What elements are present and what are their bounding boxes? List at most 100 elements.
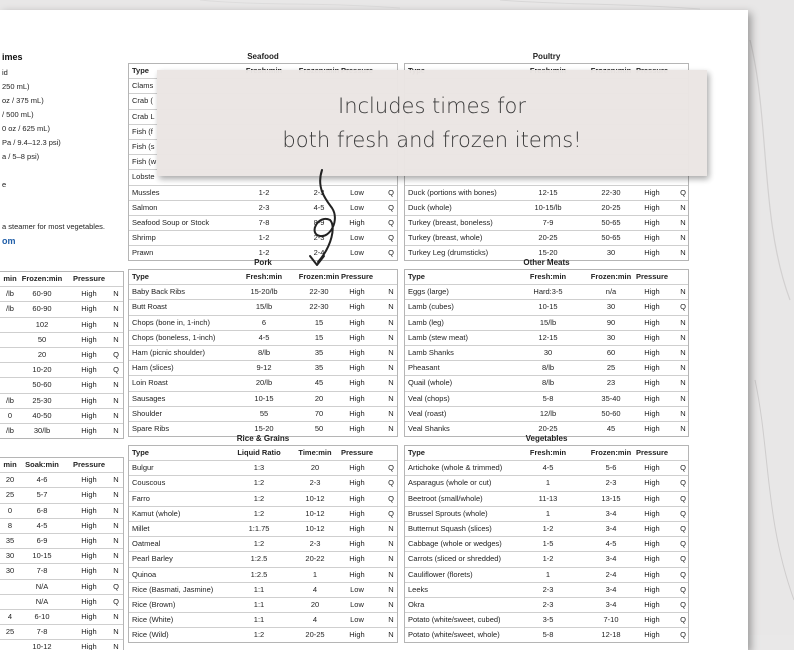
table-row: Rice (Basmati, Jasmine) 1:1 4 Low N [129, 583, 397, 598]
table-cell: 0 [7, 410, 13, 420]
table-cell: Veal Shanks [408, 423, 450, 433]
table-row: Duck (whole) 10-15/lb 20-25 High N [405, 201, 688, 216]
table-cell: Clams [132, 81, 154, 91]
table-header-row: Type Liquid Ratio Time:min Pressure [129, 446, 397, 462]
table-cell: High [81, 319, 97, 329]
table-cell: High [644, 523, 660, 533]
table-cell: High [644, 584, 660, 594]
table-cell: High [81, 289, 97, 299]
other-meats-table: Type Fresh:min Frozen:min Pressure Eggs (lar… [404, 269, 689, 438]
table-row: 20 High Q [0, 348, 123, 364]
table-row: Cauliflower (florets) 1 2-4 High Q [405, 568, 688, 583]
table-row: Leeks 2-3 3-4 High Q [405, 583, 688, 598]
table-cell: Beetroot (small/whole) [408, 493, 483, 503]
table-cell: High [644, 423, 660, 433]
table-cell: 20-22 [305, 554, 325, 564]
table-cell: 22-30 [309, 287, 329, 297]
table-row: Pheasant 8/lb 25 High N [405, 361, 688, 377]
table-cell: High [644, 478, 660, 488]
table-row: 50-60 High N [0, 378, 123, 394]
table-cell: High [81, 551, 97, 561]
table-row: 0 6-8 High N [0, 504, 123, 519]
table-cell: Ham (picnic shoulder) [132, 347, 205, 357]
table-cell: 30 [606, 302, 616, 312]
table-cell: 3-4 [605, 523, 617, 533]
column-header: Type [408, 448, 425, 457]
pork-table: Type Fresh:min Frozen:min Pressure Baby Back… [128, 269, 398, 438]
table-cell: N [388, 599, 394, 609]
table-row: Ham (slices) 9-12 35 High N [129, 361, 397, 377]
table-cell: 20-25 [538, 423, 558, 433]
table-cell: Q [680, 523, 686, 533]
column-header: Frozen:min [590, 272, 632, 281]
table-cell: N [388, 393, 394, 403]
table-cell: High [81, 380, 97, 390]
table-cell: Spare Ribs [132, 423, 170, 433]
table-cell: 50-60 [601, 408, 621, 418]
table-cell: 2-3 [309, 539, 321, 549]
table-cell: Ham (slices) [132, 363, 174, 373]
table-cell: Shoulder [132, 408, 163, 418]
table-row: 30 10-15 High N [0, 549, 123, 565]
table-cell: 7-8 [258, 217, 270, 227]
table-cell: /lb [6, 395, 14, 405]
beans-table-partial: min Soak:min Pressure 20 4-6 High N 25 5-7 High N 0… [0, 457, 124, 650]
table-row: Veal (chops) 5-8 35-40 High N [405, 392, 688, 407]
table-cell: Farro [132, 493, 150, 503]
table-cell: 5-8 [542, 393, 554, 403]
table-cell: Fish (f [132, 126, 153, 136]
table-cell: 6-9 [36, 535, 48, 545]
table-cell: Butternut Squash (slices) [408, 523, 492, 533]
table-cell: Chops (bone in, 1-inch) [132, 317, 210, 327]
table-row: Beetroot (small/whole) 11-13 13-15 High Q [405, 492, 688, 507]
section-title: Seafood [247, 52, 279, 61]
table-cell: 45 [606, 423, 616, 433]
table-cell: High [644, 408, 660, 418]
table-cell: Q [680, 463, 686, 473]
callout-banner: Includes times for both fresh and frozen… [157, 70, 707, 176]
table-cell: 45 [314, 378, 324, 388]
table-cell: Q [388, 202, 394, 212]
column-header: Type [132, 272, 149, 281]
table-cell: 13-15 [601, 493, 621, 503]
table-cell: Veal (roast) [408, 408, 447, 418]
table-cell: N [680, 217, 686, 227]
table-cell: 50 [37, 334, 47, 344]
table-cell: 10-20 [32, 365, 52, 375]
table-cell: 2-3 [309, 478, 321, 488]
table-cell: 12-15 [538, 332, 558, 342]
table-cell: N/A [35, 596, 49, 606]
table-cell: 15 [314, 317, 324, 327]
table-cell: Low [350, 187, 364, 197]
table-cell: 20 [37, 349, 47, 359]
table-row: Farro 1:2 10-12 High Q [129, 492, 397, 507]
table-cell: Turkey Leg (drumsticks) [408, 248, 489, 258]
table-row: 25 5-7 High N [0, 488, 123, 504]
website-link[interactable]: om [2, 236, 16, 246]
table-cell: High [644, 493, 660, 503]
table-cell: Q [680, 493, 686, 503]
table-cell: High [81, 475, 97, 485]
table-cell: 1:2 [253, 493, 265, 503]
table-cell: 1:2.5 [250, 554, 268, 564]
table-cell: 90 [606, 317, 616, 327]
table-cell: Low [350, 599, 364, 609]
table-cell: N [388, 408, 394, 418]
table-cell: 1:1 [253, 615, 265, 625]
table-row: Pearl Barley 1:2.5 20-22 High N [129, 552, 397, 568]
table-cell: Salmon [132, 202, 158, 212]
table-cell: High [349, 554, 365, 564]
table-row: Lamb Shanks 30 60 High N [405, 346, 688, 362]
table-cell: N [388, 423, 394, 433]
table-cell: High [81, 365, 97, 375]
table-row: Shrimp 1-2 2-3 Low Q [129, 231, 397, 247]
table-cell: /lb [6, 304, 14, 314]
table-cell: N [388, 554, 394, 564]
table-cell: 20 [314, 393, 324, 403]
table-row: Asparagus (whole or cut) 1 2-3 High Q [405, 476, 688, 492]
table-cell: N [388, 523, 394, 533]
table-cell: High [644, 569, 660, 579]
table-cell: 35 [5, 535, 15, 545]
table-row: Baby Back Ribs 15-20/lb 22-30 High N [129, 285, 397, 301]
table-cell: 6-8 [36, 505, 48, 515]
